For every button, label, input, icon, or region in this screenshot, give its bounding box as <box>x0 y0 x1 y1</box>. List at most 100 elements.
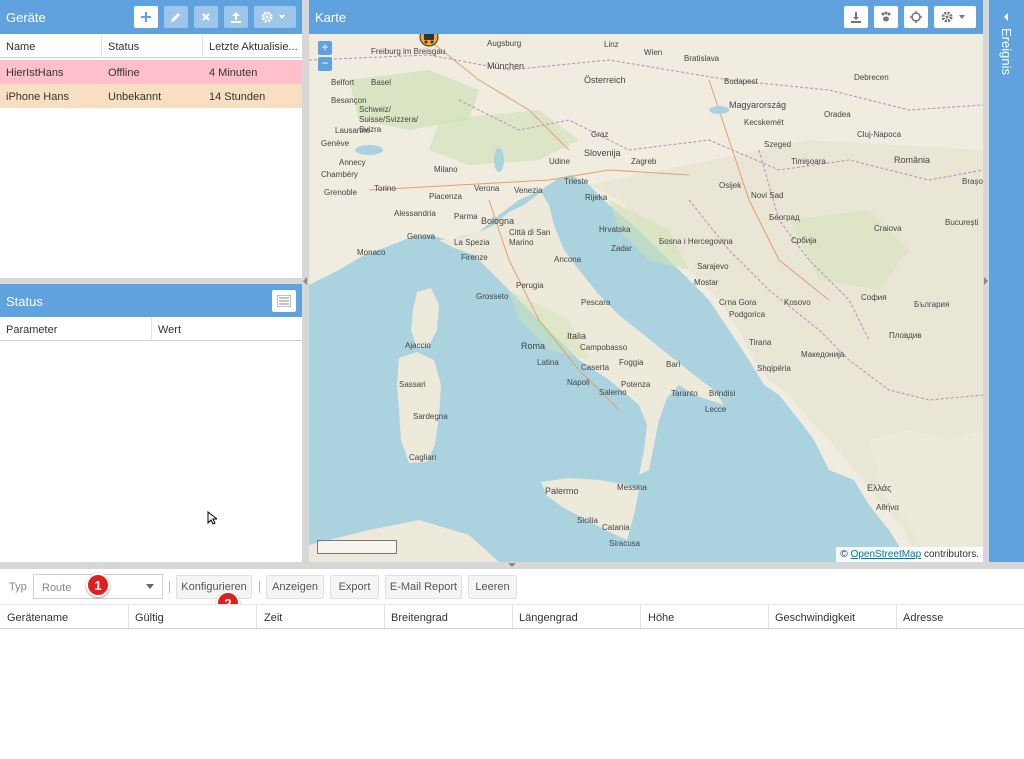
column-header-speed[interactable]: Geschwindigkeit <box>775 612 855 624</box>
column-header-altitude[interactable]: Höhe <box>648 612 674 624</box>
column-header-address[interactable]: Adresse <box>903 612 943 624</box>
map-label: Debrecen <box>854 73 889 82</box>
map-label: Αθήνα <box>876 503 899 512</box>
map-label: Cagliari <box>409 453 437 462</box>
collapse-left-icon[interactable] <box>303 277 308 285</box>
upload-icon <box>231 12 241 23</box>
follow-button[interactable] <box>874 6 898 28</box>
status-title: Status <box>6 294 43 309</box>
map-label: Trieste <box>564 177 589 186</box>
download-button[interactable] <box>844 6 868 28</box>
map-attribution: © OpenStreetMap contributors. <box>836 547 983 562</box>
gear-icon <box>261 11 285 23</box>
map-label: Lausanne <box>335 126 371 135</box>
map-label: Wien <box>644 48 663 57</box>
map-label: Grosseto <box>476 292 509 301</box>
map-label: Taranto <box>671 389 698 398</box>
map-label: Brindisi <box>709 389 736 398</box>
email-report-button[interactable]: E-Mail Report <box>385 575 462 599</box>
map-label: Timișoara <box>791 157 826 166</box>
column-header-name[interactable]: Name <box>6 41 35 53</box>
map-label: Ελλάς <box>867 483 892 493</box>
collapse-down-icon[interactable] <box>508 563 516 568</box>
expand-left-icon[interactable] <box>1003 13 1009 21</box>
map-label: Latina <box>537 358 559 367</box>
map-label: Italia <box>567 331 587 341</box>
map-label: Ajaccio <box>405 341 431 350</box>
map-label: Grenoble <box>324 188 357 197</box>
column-header-value[interactable]: Wert <box>158 324 181 336</box>
add-device-button[interactable] <box>134 6 158 28</box>
horizontal-splitter[interactable] <box>0 562 1024 569</box>
device-settings-button[interactable] <box>254 6 296 28</box>
column-header-longitude[interactable]: Längengrad <box>519 612 578 624</box>
map-label: Messina <box>617 483 647 492</box>
zoom-out-button[interactable]: − <box>318 57 332 71</box>
device-updated: 4 Minuten <box>209 67 258 79</box>
column-header-device-name[interactable]: Gerätename <box>7 612 68 624</box>
device-status: Offline <box>108 67 140 79</box>
map-label: Sarajevo <box>697 262 729 271</box>
devices-grid-header: Name Status Letzte Aktualisie... <box>0 34 302 58</box>
map-label: Budapest <box>724 77 758 86</box>
column-header-latitude[interactable]: Breitengrad <box>391 612 448 624</box>
device-row[interactable]: HierIstHans Offline 4 Minuten <box>0 60 302 84</box>
map-label: Slovenija <box>584 148 621 158</box>
status-header: Status <box>0 284 302 317</box>
events-panel-collapsed[interactable]: Ereignis <box>989 0 1024 562</box>
openstreetmap-link[interactable]: OpenStreetMap <box>851 549 922 560</box>
map-label: Oradea <box>824 110 851 119</box>
map-label: Palermo <box>545 486 579 496</box>
map-label: Osijek <box>719 181 742 190</box>
column-header-parameter[interactable]: Parameter <box>6 324 57 336</box>
locate-button[interactable] <box>904 6 928 28</box>
map-label: Србија <box>791 236 817 245</box>
map-label: Magyarország <box>729 100 787 110</box>
status-view-button[interactable] <box>272 290 296 312</box>
command-device-button[interactable] <box>224 6 248 28</box>
map-label: Bologna <box>481 216 515 226</box>
map-label: Città di San Marino <box>509 228 551 247</box>
map-label: Genova <box>407 232 436 241</box>
close-icon <box>202 13 210 21</box>
map-label: Brașov <box>962 177 983 186</box>
configure-button[interactable]: Konfigurieren <box>176 575 252 599</box>
status-grid-header: Parameter Wert <box>0 317 302 341</box>
column-header-last-update[interactable]: Letzte Aktualisie... <box>209 41 298 53</box>
map-label: Campobasso <box>580 343 628 352</box>
map-label: Siracusa <box>609 539 641 548</box>
edit-device-button[interactable] <box>164 6 188 28</box>
device-row[interactable]: iPhone Hans Unbekannt 14 Stunden <box>0 84 302 108</box>
map-label: Македонија <box>801 350 845 359</box>
clear-button[interactable]: Leeren <box>468 575 517 599</box>
column-header-time[interactable]: Zeit <box>264 612 282 624</box>
events-title: Ereignis <box>999 28 1014 75</box>
map-label: Cluj-Napoca <box>857 130 902 139</box>
export-button[interactable]: Export <box>330 575 379 599</box>
pencil-icon <box>171 13 180 22</box>
map-label: България <box>914 300 950 309</box>
gear-icon <box>941 11 965 23</box>
map-label: Genève <box>321 139 350 148</box>
zoom-in-button[interactable]: + <box>318 41 332 55</box>
column-header-status[interactable]: Status <box>108 41 139 53</box>
crosshair-icon <box>910 11 922 23</box>
map-label: Београд <box>769 213 800 222</box>
map-label: Rijeka <box>585 193 608 202</box>
vertical-splitter[interactable] <box>302 0 309 562</box>
show-button[interactable]: Anzeigen <box>266 575 324 599</box>
map-label: Graz <box>591 130 609 139</box>
map-settings-button[interactable] <box>934 6 976 28</box>
column-header-valid[interactable]: Gültig <box>135 612 164 624</box>
map-view[interactable]: Augsburg München Freiburg im Breisgau Ba… <box>309 0 983 562</box>
device-updated: 14 Stunden <box>209 91 266 103</box>
map-label: Sassari <box>399 380 426 389</box>
map-label: Udine <box>549 157 570 166</box>
map-label: Piacenza <box>429 192 462 201</box>
plus-icon <box>141 12 151 22</box>
map-label: Basel <box>371 78 392 87</box>
remove-device-button[interactable] <box>194 6 218 28</box>
map-label: Bratislava <box>684 54 720 63</box>
map-label: Bari <box>666 360 681 369</box>
map-label: București <box>945 218 979 227</box>
